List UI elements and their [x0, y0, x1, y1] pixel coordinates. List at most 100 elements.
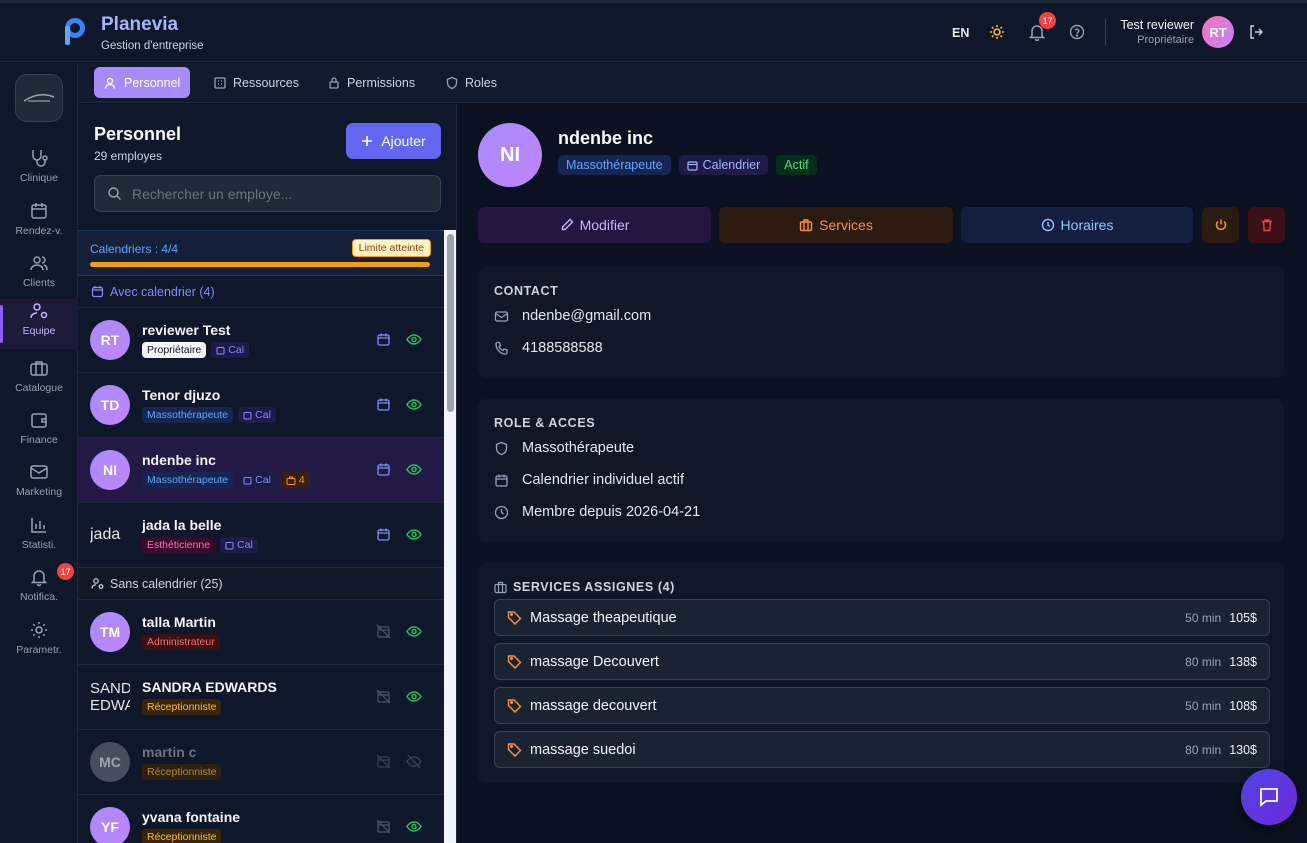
- service-price: 108$: [1229, 698, 1257, 713]
- eye-icon[interactable]: [406, 527, 422, 542]
- gear-icon: [31, 622, 47, 638]
- employee-row[interactable]: RT reviewer Test Propriétaire Cal: [78, 308, 444, 373]
- chat-button[interactable]: [1241, 769, 1297, 825]
- service-item[interactable]: massage Decouvert 80 min 138$: [494, 643, 1270, 680]
- users-icon: [104, 77, 116, 89]
- email-line[interactable]: ndenbe@gmail.com: [494, 308, 651, 324]
- briefcase-icon: [30, 361, 48, 376]
- schedule-button[interactable]: Horaires: [961, 207, 1193, 243]
- employee-row[interactable]: TM talla Martin Administrateur: [78, 600, 444, 665]
- employee-row-selected[interactable]: NI ndenbe inc Massothérapeute Cal 4: [78, 438, 444, 503]
- calendar-icon[interactable]: [376, 332, 391, 347]
- mail-icon: [494, 310, 509, 322]
- sidebar-item-label: Catalogue: [15, 382, 63, 394]
- calendar-off-icon[interactable]: [376, 689, 391, 704]
- calendar-off-icon[interactable]: [376, 754, 391, 769]
- list-title: Personnel: [94, 124, 182, 144]
- sidebar-item-finance[interactable]: Finance: [0, 408, 78, 458]
- pencil-icon: [561, 218, 574, 231]
- employee-row[interactable]: YF yvana fontaine Réceptionniste: [78, 795, 444, 843]
- eye-off-icon[interactable]: [406, 754, 422, 769]
- calendar-icon[interactable]: [376, 462, 391, 477]
- calendar-quota: Calendriers : 4/4 Limite atteinte: [78, 230, 444, 276]
- tab-roles[interactable]: Roles: [435, 67, 507, 98]
- app-logo-icon[interactable]: [60, 16, 88, 46]
- sidebar: Clinique Rendez-v. Clients Equipe Catalo…: [0, 63, 78, 843]
- sidebar-item-label: Rendez-v.: [15, 225, 63, 237]
- lock-icon: [329, 76, 339, 89]
- service-item[interactable]: massage suedoi 80 min 130$: [494, 731, 1270, 768]
- employee-name: martin c: [142, 744, 197, 760]
- employee-row[interactable]: TD Tenor djuzo Massothérapeute Cal: [78, 373, 444, 438]
- employee-row[interactable]: jada jada la belle Esthéticienne Cal: [78, 503, 444, 568]
- tab-ressources[interactable]: Ressources: [203, 67, 309, 98]
- role-badge: Propriétaire: [142, 342, 207, 358]
- eye-icon[interactable]: [406, 332, 422, 347]
- sidebar-item-marketing[interactable]: Marketing: [0, 460, 78, 510]
- role-access-title: ROLE & ACCES: [494, 416, 596, 430]
- chat-icon: [1260, 788, 1278, 807]
- scrollbar-thumb[interactable]: [447, 234, 454, 412]
- employee-row[interactable]: SANDRA EDWARDS SANDRA EDWARDS Réceptionn…: [78, 665, 444, 730]
- edit-button[interactable]: Modifier: [478, 207, 711, 243]
- logout-icon[interactable]: [1245, 21, 1267, 43]
- calendar-icon: [216, 346, 225, 354]
- sidebar-item-rendez-vous[interactable]: Rendez-v.: [0, 199, 78, 249]
- deactivate-button[interactable]: [1202, 207, 1239, 243]
- wallet-icon: [31, 413, 47, 428]
- avatar: TD: [90, 385, 130, 425]
- eye-icon[interactable]: [406, 624, 422, 639]
- employee-row-inactive[interactable]: MC martin c Réceptionniste: [78, 730, 444, 795]
- tab-permissions[interactable]: Permissions: [317, 67, 425, 98]
- service-duration: 80 min: [1185, 654, 1222, 669]
- briefcase-icon: [799, 219, 813, 232]
- search-input[interactable]: [132, 185, 432, 202]
- list-scrollbar[interactable]: [444, 230, 456, 843]
- calendar-off-icon[interactable]: [376, 624, 391, 639]
- group-with-calendar[interactable]: Avec calendrier (4): [78, 276, 444, 308]
- role-badge: Massothérapeute: [142, 472, 234, 488]
- tag-icon: [507, 699, 522, 713]
- calendar-badge: Cal: [211, 342, 250, 358]
- sidebar-item-clinique[interactable]: Clinique: [0, 146, 78, 196]
- avatar: SANDRA EDWARDS: [90, 680, 130, 714]
- employee-name: yvana fontaine: [142, 809, 241, 825]
- add-employee-button[interactable]: Ajouter: [346, 123, 441, 159]
- theme-sun-icon[interactable]: [986, 21, 1008, 43]
- eye-icon[interactable]: [406, 462, 422, 477]
- clock-icon: [494, 505, 509, 519]
- eye-icon[interactable]: [406, 397, 422, 412]
- sidebar-notification-badge: 17: [57, 563, 74, 580]
- tab-personnel[interactable]: Personnel: [94, 67, 191, 98]
- sidebar-item-catalogue[interactable]: Catalogue: [0, 356, 78, 406]
- delete-button[interactable]: [1248, 207, 1285, 243]
- user-avatar[interactable]: RT: [1202, 16, 1234, 48]
- role-line: Massothérapeute: [494, 440, 634, 456]
- avatar: YF: [90, 807, 130, 843]
- sidebar-item-equipe[interactable]: Equipe: [0, 299, 78, 349]
- sidebar-item-parametres[interactable]: Parametr.: [0, 618, 78, 668]
- calendar-icon: [225, 541, 234, 549]
- calendar-icon[interactable]: [376, 527, 391, 542]
- briefcase-icon: [494, 581, 507, 593]
- service-item[interactable]: massage decouvert 50 min 108$: [494, 687, 1270, 724]
- help-icon[interactable]: [1066, 21, 1088, 43]
- sidebar-item-clients[interactable]: Clients: [0, 251, 78, 301]
- service-item[interactable]: Massage theapeutique 50 min 105$: [494, 599, 1270, 636]
- phone-line[interactable]: 4188588588: [494, 340, 603, 356]
- sidebar-item-statistiques[interactable]: Statisti.: [0, 513, 78, 563]
- eye-icon[interactable]: [406, 819, 422, 834]
- sidebar-item-label: Marketing: [15, 486, 63, 498]
- role-badge: Réceptionniste: [142, 829, 222, 843]
- business-logo[interactable]: [15, 74, 63, 122]
- calendar-icon[interactable]: [376, 397, 391, 412]
- mail-icon: [30, 465, 48, 479]
- language-toggle[interactable]: EN: [952, 26, 969, 40]
- group-without-calendar[interactable]: Sans calendrier (25): [78, 568, 444, 600]
- limit-reached-badge: Limite atteinte: [351, 239, 431, 257]
- services-button[interactable]: Services: [719, 207, 953, 243]
- employee-name: SANDRA EDWARDS: [142, 679, 277, 695]
- calendar-off-icon[interactable]: [376, 819, 391, 834]
- eye-icon[interactable]: [406, 689, 422, 704]
- contact-card: CONTACT ndenbe@gmail.com 4188588588: [478, 267, 1284, 378]
